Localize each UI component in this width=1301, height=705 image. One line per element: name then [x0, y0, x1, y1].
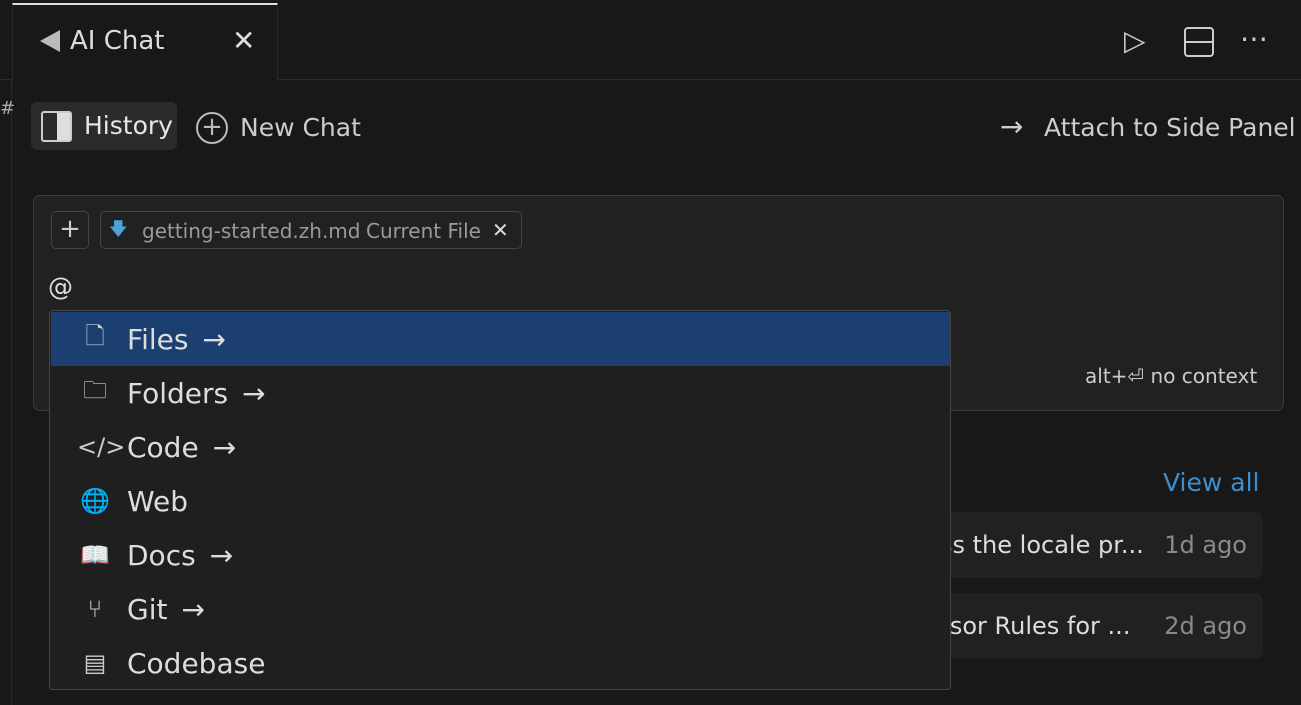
arrow-right-icon: →: [1000, 110, 1024, 143]
recent-chat-time: 2d ago: [1164, 612, 1247, 640]
close-icon[interactable]: ✕: [232, 24, 255, 57]
menu-item-label: Folders: [127, 376, 229, 410]
menu-item-web[interactable]: 🌐 Web: [51, 474, 950, 528]
editor-edge: #: [0, 80, 15, 705]
markdown-file-icon: 🡇: [109, 219, 128, 240]
recent-chat-title: rsor Rules for ...: [940, 612, 1131, 640]
chip-close-icon[interactable]: ✕: [492, 218, 509, 242]
sidebar-icon: [41, 111, 72, 142]
split-layout-icon[interactable]: [1184, 27, 1214, 57]
context-chip: 🡇 getting-started.zh.md Current File ✕: [100, 211, 522, 249]
chat-arrow-icon: [40, 30, 60, 52]
history-button[interactable]: History: [31, 102, 177, 150]
recent-chat-title: ss the locale pr...: [940, 531, 1144, 559]
view-all-link[interactable]: View all: [1163, 468, 1259, 497]
file-icon: 🗋: [85, 321, 105, 350]
arrow-right-icon: →: [202, 322, 226, 356]
attach-side-panel-button[interactable]: Attach to Side Panel: [1044, 113, 1296, 142]
chip-filename: getting-started.zh.md: [142, 219, 361, 243]
menu-item-label: Code: [127, 430, 199, 464]
history-label: History: [84, 111, 173, 140]
code-icon: </>: [77, 433, 126, 461]
menu-item-label: Docs: [127, 538, 196, 572]
menu-item-label: Files: [127, 322, 189, 356]
menu-item-folders[interactable]: 🗀 Folders →: [51, 366, 950, 420]
menu-item-code[interactable]: </> Code →: [51, 420, 950, 474]
menu-item-files[interactable]: 🗋 Files →: [51, 312, 950, 366]
arrow-right-icon: →: [209, 538, 234, 572]
recent-chat-time: 1d ago: [1164, 531, 1247, 559]
git-branch-icon: ⑂: [87, 595, 103, 623]
add-context-button[interactable]: +: [51, 211, 89, 249]
run-icon[interactable]: ▷: [1124, 24, 1146, 57]
arrow-right-icon: →: [181, 592, 205, 626]
repo-icon: ▤: [83, 649, 107, 677]
menu-item-git[interactable]: ⑂ Git →: [51, 582, 950, 636]
recent-chat-item[interactable]: rsor Rules for ... 2d ago: [940, 593, 1263, 659]
menu-item-label: Web: [127, 484, 189, 518]
arrow-right-icon: →: [212, 430, 237, 464]
menu-item-codebase[interactable]: ▤ Codebase: [51, 636, 950, 690]
recent-chat-item[interactable]: ss the locale pr... 1d ago: [940, 512, 1263, 578]
new-chat-button[interactable]: New Chat: [240, 113, 361, 142]
plus-circle-icon[interactable]: +: [196, 112, 228, 144]
menu-item-label: Git: [127, 592, 168, 626]
folder-icon: 🗀: [83, 375, 107, 404]
globe-icon: 🌐: [80, 487, 110, 515]
tab-title: AI Chat: [70, 26, 165, 56]
menu-item-docs[interactable]: 📖 Docs →: [51, 528, 950, 582]
mention-menu: 🗋 Files → 🗀 Folders → </> Code → 🌐 Web 📖 Docs → ⑂ Git → ▤…: [49, 310, 951, 690]
book-icon: 📖: [80, 541, 110, 569]
chat-input-text[interactable]: @: [48, 272, 73, 301]
arrow-right-icon: →: [242, 376, 266, 410]
menu-item-label: Codebase: [127, 646, 266, 680]
more-icon[interactable]: ⋯: [1240, 22, 1268, 55]
shortcut-hint: alt+⏎ no context: [1085, 364, 1258, 388]
chip-label: Current File: [366, 219, 481, 243]
